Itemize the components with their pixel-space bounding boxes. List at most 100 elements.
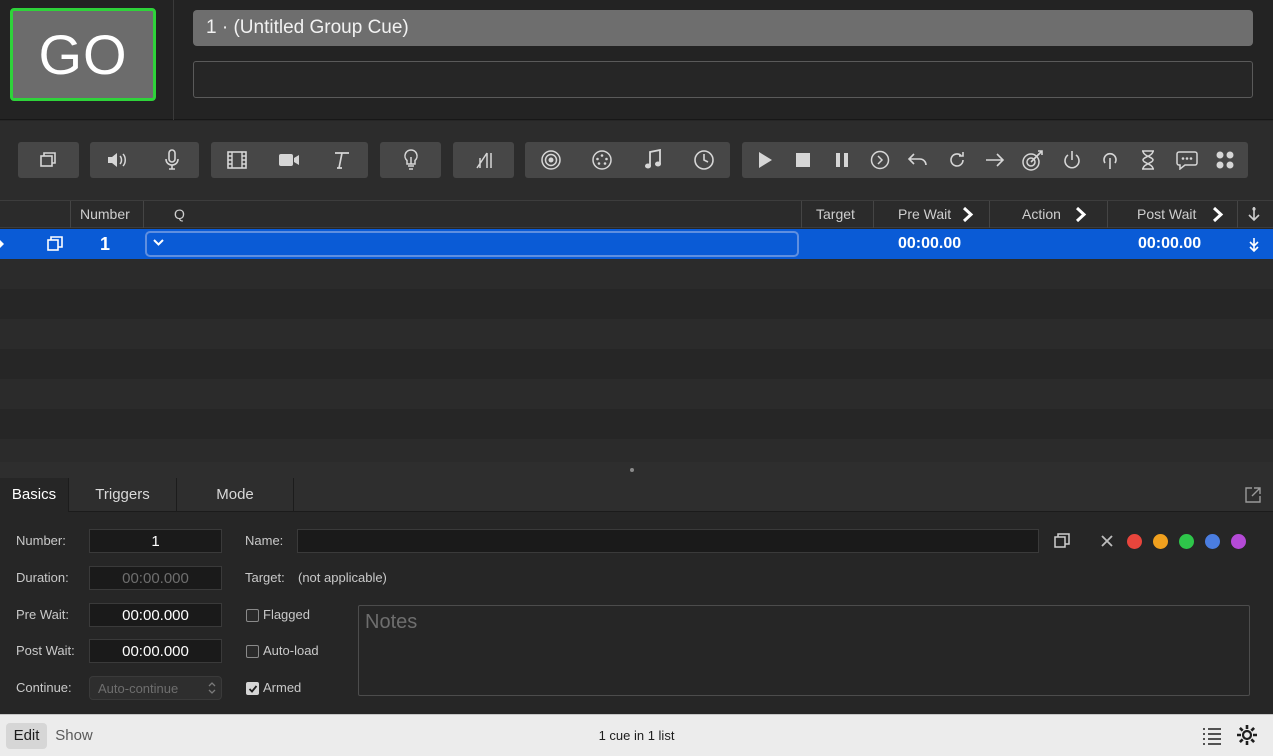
target-icon[interactable] <box>1016 143 1050 177</box>
script-icon[interactable] <box>1208 143 1242 177</box>
audio-icon[interactable] <box>100 143 134 177</box>
empty-row <box>0 409 1273 439</box>
inspector-basics: Number: 1 Duration: 00:00.000 Pre Wait: … <box>0 512 1273 714</box>
notes-textarea[interactable]: Notes <box>358 605 1250 696</box>
auto-load-label: Auto-load <box>263 643 319 658</box>
continue-mode-icon <box>1248 207 1260 222</box>
cue-pre-wait: 00:00.00 <box>898 235 962 252</box>
column-divider <box>143 201 144 228</box>
clear-color-icon[interactable] <box>1100 534 1114 548</box>
light-icon[interactable] <box>394 143 428 177</box>
stop-icon[interactable] <box>786 143 820 177</box>
empty-row <box>0 439 1273 462</box>
column-header-post-wait[interactable]: Post Wait <box>1137 201 1196 228</box>
copy-icon[interactable] <box>1053 532 1072 549</box>
group-cue-icon[interactable] <box>32 143 66 177</box>
empty-row <box>0 319 1273 349</box>
timecode-icon[interactable] <box>687 143 721 177</box>
toolbar-group-light <box>380 142 441 178</box>
stepper-icon <box>208 682 216 694</box>
mic-icon[interactable] <box>155 143 189 177</box>
music-icon[interactable] <box>636 143 670 177</box>
continue-label: Continue: <box>16 680 72 695</box>
splitter-dot <box>630 468 634 472</box>
color-swatch-red[interactable] <box>1127 534 1142 549</box>
tab-triggers[interactable]: Triggers <box>69 478 177 512</box>
midi-icon[interactable] <box>585 143 619 177</box>
list-icon[interactable] <box>1202 727 1222 745</box>
cue-name-editor[interactable] <box>145 231 799 257</box>
network-icon[interactable] <box>534 143 568 177</box>
armed-label: Armed <box>263 680 302 695</box>
column-divider <box>70 201 71 228</box>
column-header-pre-wait[interactable]: Pre Wait <box>898 201 951 228</box>
color-swatch-purple[interactable] <box>1231 534 1246 549</box>
wait-icon[interactable] <box>1131 143 1165 177</box>
checkmark-icon <box>248 685 258 693</box>
toolbar-group-control <box>525 142 730 178</box>
toolbar-group-actions <box>742 142 1248 178</box>
cue-row[interactable]: 1 00:00.00 00:00.00 <box>0 229 1273 259</box>
go-area: GO 1 · (Untitled Group Cue) <box>0 0 1273 120</box>
column-divider <box>1237 201 1238 228</box>
edit-mode-button[interactable]: Edit <box>6 723 47 749</box>
number-label: Number: <box>16 533 66 548</box>
tab-mode[interactable]: Mode <box>177 478 294 512</box>
cue-number: 1 <box>100 234 111 254</box>
post-wait-label: Post Wait: <box>16 643 75 658</box>
playhead-icon <box>0 240 4 248</box>
continue-select[interactable]: Auto-continue <box>89 676 222 700</box>
gear-icon[interactable] <box>1236 724 1258 746</box>
empty-row <box>0 379 1273 409</box>
pre-wait-field[interactable]: 00:00.000 <box>89 603 222 627</box>
color-swatch-blue[interactable] <box>1205 534 1220 549</box>
notes-placeholder: Notes <box>365 611 418 633</box>
pause-icon[interactable] <box>825 143 859 177</box>
column-divider <box>989 201 990 228</box>
armed-checkbox[interactable] <box>246 682 259 695</box>
group-cue-type-icon <box>47 236 63 251</box>
tab-basics[interactable]: Basics <box>0 478 69 512</box>
column-header-q[interactable]: Q <box>174 201 185 228</box>
target-value: (not applicable) <box>298 570 387 585</box>
cue-count-status: 1 cue in 1 list <box>598 728 675 743</box>
number-field[interactable]: 1 <box>89 529 222 553</box>
toolbar-group-group <box>18 142 79 178</box>
column-header-number[interactable]: Number <box>80 201 130 228</box>
column-header-action[interactable]: Action <box>1022 201 1061 228</box>
video-icon[interactable] <box>220 143 254 177</box>
go-button[interactable]: GO <box>10 8 156 101</box>
column-header-target[interactable]: Target <box>816 201 855 228</box>
qlab-workspace-window: GO 1 · (Untitled Group Cue) Number Q Tar… <box>0 0 1273 756</box>
color-swatch-orange[interactable] <box>1153 534 1168 549</box>
camera-icon[interactable] <box>272 143 306 177</box>
reset-icon[interactable] <box>901 143 935 177</box>
load-icon[interactable] <box>863 143 897 177</box>
split-view-handle[interactable] <box>0 462 1273 478</box>
post-wait-field[interactable]: 00:00.000 <box>89 639 222 663</box>
fade-icon[interactable] <box>467 143 501 177</box>
devamp-icon[interactable] <box>940 143 974 177</box>
column-divider <box>801 201 802 228</box>
column-divider <box>1107 201 1108 228</box>
standby-cue-title[interactable]: 1 · (Untitled Group Cue) <box>193 10 1253 46</box>
chevron-down-icon[interactable] <box>153 239 164 247</box>
flagged-checkbox[interactable] <box>246 609 259 622</box>
empty-row <box>0 349 1273 379</box>
name-field[interactable] <box>297 529 1039 553</box>
pop-out-icon[interactable] <box>1244 486 1262 504</box>
name-label: Name: <box>245 533 284 548</box>
arm-icon[interactable] <box>1055 143 1089 177</box>
start-icon[interactable] <box>748 143 782 177</box>
disarm-icon[interactable] <box>1093 143 1127 177</box>
show-mode-button[interactable]: Show <box>51 723 97 749</box>
color-swatch-green[interactable] <box>1179 534 1194 549</box>
goto-icon[interactable] <box>978 143 1012 177</box>
empty-row <box>0 259 1273 289</box>
memo-icon[interactable] <box>1170 143 1204 177</box>
top-divider <box>173 0 174 120</box>
auto-load-checkbox[interactable] <box>246 645 259 658</box>
text-icon[interactable] <box>325 143 359 177</box>
standby-notes-field[interactable] <box>193 61 1253 98</box>
toolbar-group-fade <box>453 142 514 178</box>
